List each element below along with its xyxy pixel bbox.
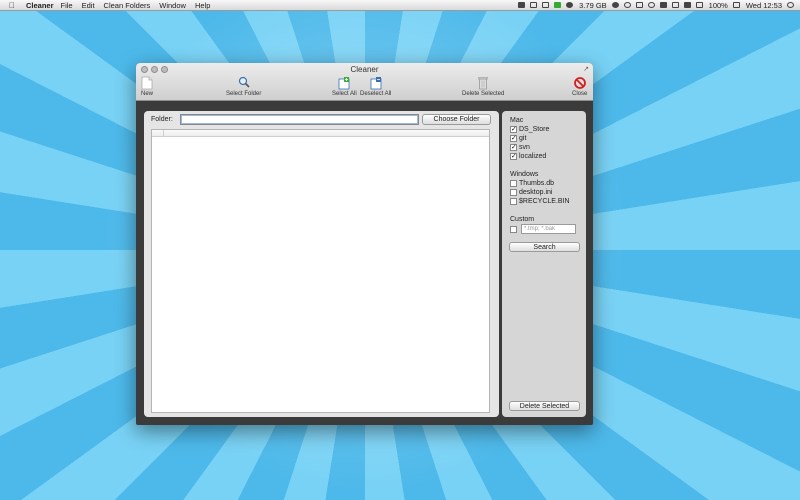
select-all-button[interactable]: Select All	[332, 76, 357, 97]
document-status-icon[interactable]	[554, 2, 562, 8]
cleaner-window: Cleaner ↗ New Select Folder Select All D…	[136, 63, 593, 425]
camera-icon[interactable]	[518, 2, 526, 8]
windows-option-thumbs[interactable]: Thumbs.db	[510, 180, 554, 187]
file-list-header[interactable]	[152, 130, 489, 137]
delete-selected-toolbar-label: Delete Selected	[462, 91, 505, 97]
menu-clean-folders[interactable]: Clean Folders	[104, 1, 151, 10]
deselect-all-button[interactable]: Deselect All	[360, 76, 391, 97]
menu-file[interactable]: File	[61, 1, 73, 10]
menu-app-name[interactable]: Cleaner	[26, 1, 54, 10]
folder-label: Folder:	[151, 116, 173, 123]
menu-edit[interactable]: Edit	[82, 1, 95, 10]
git-label: git	[519, 135, 527, 142]
trash-icon	[478, 77, 488, 90]
menu-window[interactable]: Window	[159, 1, 186, 10]
menu-bar:  Cleaner File Edit Clean Folders Window…	[0, 0, 800, 11]
localized-label: localized	[519, 153, 547, 160]
clock[interactable]: Wed 12:53	[746, 1, 782, 10]
recycle-bin-checkbox[interactable]	[510, 198, 517, 205]
mac-option-localized[interactable]: ✓ localized	[510, 153, 546, 160]
select-folder-label: Select Folder	[226, 91, 262, 97]
deselect-all-label: Deselect All	[360, 91, 392, 97]
status-area: 3.79 GB 100% Wed 12:53	[513, 1, 794, 10]
apple-menu-icon[interactable]: 	[4, 1, 20, 10]
thumbs-db-label: Thumbs.db	[519, 180, 555, 187]
mac-option-git[interactable]: ✓ git	[510, 135, 526, 142]
git-checkbox[interactable]: ✓	[510, 135, 517, 142]
bluetooth-icon[interactable]	[659, 2, 667, 8]
filter-sidebar: Mac ✓ DS_Store ✓ git ✓ svn ✓ localized W…	[502, 111, 586, 417]
windows-option-desktop-ini[interactable]: desktop.ini	[510, 189, 552, 196]
spotlight-icon[interactable]	[787, 2, 794, 8]
delete-selected-button[interactable]: Delete Selected	[509, 401, 580, 411]
column-separator	[163, 130, 164, 137]
cloud-icon[interactable]	[530, 2, 538, 8]
desktop-ini-label: desktop.ini	[519, 189, 553, 196]
close-button[interactable]: Close	[572, 76, 587, 97]
custom-pattern-input[interactable]	[521, 224, 576, 234]
deselect-all-icon	[370, 77, 382, 90]
screen-icon[interactable]	[635, 2, 643, 8]
delete-selected-toolbar-button[interactable]: Delete Selected	[462, 76, 504, 97]
folder-panel: Folder: Choose Folder	[144, 111, 499, 417]
moon-icon[interactable]	[623, 2, 631, 8]
svn-label: svn	[519, 144, 530, 151]
magnifier-icon	[238, 76, 250, 88]
title-bar[interactable]: Cleaner ↗ New Select Folder Select All D…	[136, 63, 593, 101]
select-folder-button[interactable]: Select Folder	[226, 76, 261, 97]
mac-option-svn[interactable]: ✓ svn	[510, 144, 530, 151]
thumbs-db-checkbox[interactable]	[510, 180, 517, 187]
ds-store-checkbox[interactable]: ✓	[510, 126, 517, 133]
custom-checkbox[interactable]	[510, 226, 517, 233]
battery-icon[interactable]	[695, 2, 703, 8]
svn-checkbox[interactable]: ✓	[510, 144, 517, 151]
memory-icon[interactable]	[566, 2, 574, 8]
recycle-bin-label: $RECYCLE.BIN	[519, 198, 570, 205]
mac-option-ds-store[interactable]: ✓ DS_Store	[510, 126, 549, 133]
search-button[interactable]: Search	[509, 242, 580, 252]
folder-path-field[interactable]	[180, 114, 419, 125]
close-label: Close	[572, 91, 588, 97]
ds-store-label: DS_Store	[519, 126, 550, 133]
custom-option[interactable]	[510, 226, 519, 233]
menu-help[interactable]: Help	[195, 1, 210, 10]
new-document-icon	[141, 76, 153, 90]
file-list[interactable]	[151, 129, 490, 413]
select-all-icon	[338, 77, 350, 90]
custom-group-title: Custom	[510, 216, 535, 223]
localized-checkbox[interactable]: ✓	[510, 153, 517, 160]
choose-folder-button[interactable]: Choose Folder	[422, 114, 491, 125]
flag-icon[interactable]	[732, 2, 740, 8]
wifi-icon[interactable]	[671, 2, 679, 8]
windows-option-recycle-bin[interactable]: $RECYCLE.BIN	[510, 198, 570, 205]
clipboard-icon[interactable]	[542, 2, 550, 8]
battery-readout[interactable]: 100%	[709, 1, 728, 10]
disk-icon[interactable]	[611, 2, 619, 8]
windows-group-title: Windows	[510, 171, 539, 178]
mac-group-title: Mac	[510, 117, 524, 124]
select-all-label: Select All	[332, 91, 357, 97]
desktop-ini-checkbox[interactable]	[510, 189, 517, 196]
fullscreen-icon[interactable]: ↗	[583, 65, 589, 73]
new-button[interactable]: New	[141, 76, 153, 97]
time-machine-icon[interactable]	[647, 2, 655, 8]
window-title: Cleaner	[350, 65, 379, 74]
memory-readout[interactable]: 3.79 GB	[579, 1, 607, 10]
no-entry-icon	[573, 77, 586, 89]
new-label: New	[141, 91, 154, 97]
volume-icon[interactable]	[683, 2, 691, 8]
